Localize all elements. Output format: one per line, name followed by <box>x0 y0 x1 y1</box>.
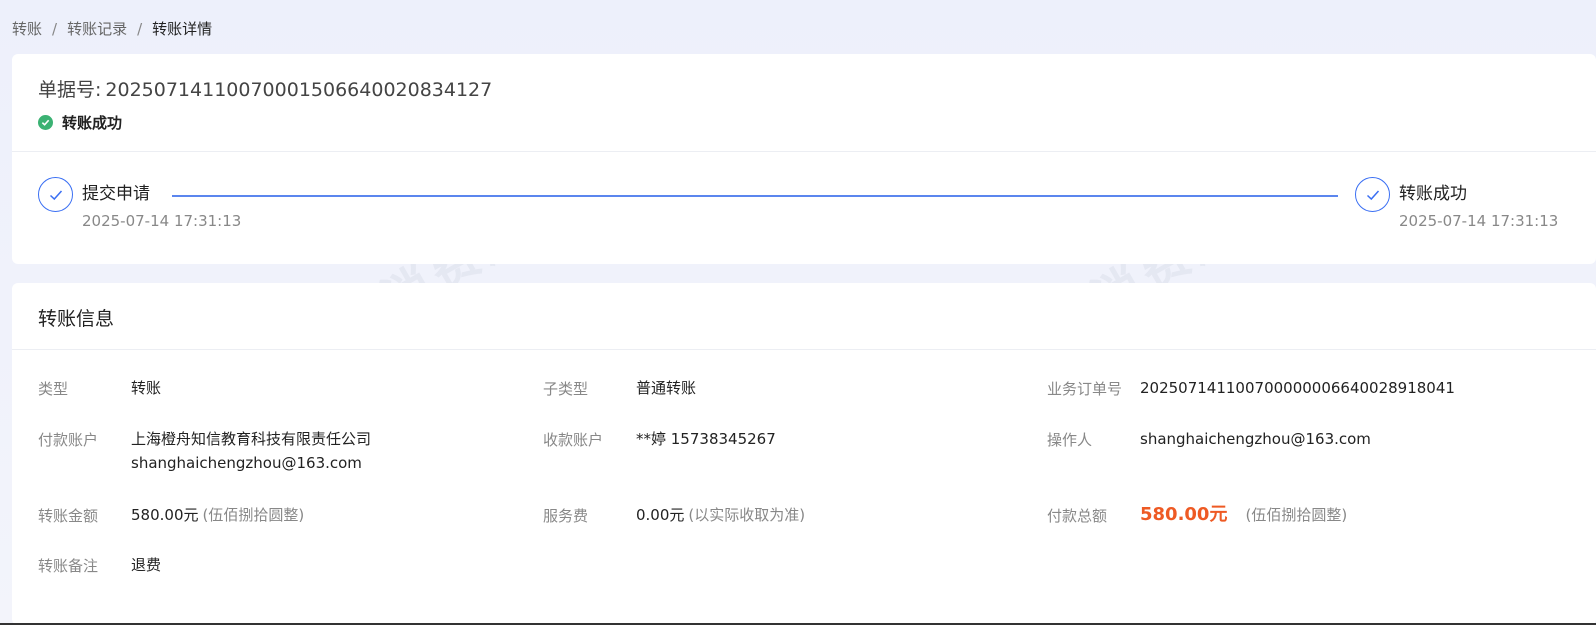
amount-note: (伍佰捌拾圆整) <box>202 506 305 524</box>
field-value: 2025071411007000000066400289180​41 <box>1140 379 1455 397</box>
field-payer: 付款账户 上海橙舟知信教育科技有限责任公司 shanghaichengzhou@… <box>38 429 371 475</box>
step-connector <box>172 195 1338 197</box>
success-check-icon <box>38 115 53 130</box>
bill-number: 单据号: 20250714110070001506640020834127 <box>38 75 492 102</box>
amount-value: 580.00元 <box>131 506 199 524</box>
step-submit: 提交申请 2025-07-14 17:31:13 <box>38 177 241 230</box>
step-name: 提交申请 <box>82 184 150 204</box>
field-subtype: 子类型 普通转账 <box>543 378 696 400</box>
transfer-info-card: 转账信息 类型 转账 子类型 普通转账 业务订单号 20250714110070… <box>12 283 1596 625</box>
field-value: shanghaichengzhou@163.com <box>1140 430 1371 448</box>
total-note: (伍佰捌拾圆整) <box>1245 506 1348 524</box>
breadcrumb-item-records[interactable]: 转账记录 <box>67 18 127 39</box>
field-label: 业务订单号 <box>1047 380 1123 398</box>
check-icon <box>38 177 73 212</box>
step-name: 转账成功 <box>1399 184 1467 204</box>
field-label: 收款账户 <box>543 431 604 449</box>
field-label: 服务费 <box>543 507 589 525</box>
field-value: 上海橙舟知信教育科技有限责任公司 shanghaichengzhou@163.c… <box>131 427 371 475</box>
fee-value: 0.00元 <box>636 506 685 524</box>
field-value: 580.00元 (伍佰捌拾圆整) <box>1140 503 1347 527</box>
breadcrumb-item-transfer[interactable]: 转账 <box>12 18 42 39</box>
field-value: 0.00元 (以实际收取为准) <box>636 503 805 527</box>
field-operator: 操作人 shanghaichengzhou@163.com <box>1047 429 1371 451</box>
field-label: 付款总额 <box>1047 507 1108 525</box>
check-icon <box>1355 177 1390 212</box>
total-value: 580.00元 <box>1140 504 1228 525</box>
step-time: 2025-07-14 17:31:13 <box>82 212 242 230</box>
bill-value: 20250714110070001506640020834127 <box>105 79 493 101</box>
field-value: **婷 15738345267 <box>636 430 776 448</box>
breadcrumb: 转账 / 转账记录 / 转账详情 <box>12 18 212 39</box>
breadcrumb-item-detail: 转账详情 <box>152 20 213 38</box>
payer-company: 上海橙舟知信教育科技有限责任公司 <box>131 430 372 448</box>
divider <box>12 151 1596 152</box>
field-value: 普通转账 <box>636 379 697 397</box>
field-value: 580.00元 (伍佰捌拾圆整) <box>131 503 304 527</box>
field-amount: 转账金额 580.00元 (伍佰捌拾圆整) <box>38 505 304 527</box>
breadcrumb-separator: / <box>137 19 143 38</box>
field-label: 操作人 <box>1047 431 1093 449</box>
step-success: 转账成功 2025-07-14 17:31:13 <box>1355 177 1558 230</box>
field-remark: 转账备注 退费 <box>38 555 161 577</box>
field-label: 类型 <box>38 380 69 398</box>
status-badge: 转账成功 <box>38 112 122 133</box>
breadcrumb-separator: / <box>52 19 58 38</box>
field-fee: 服务费 0.00元 (以实际收取为准) <box>543 505 805 527</box>
field-order-no: 业务订单号 2025071411007000000066400289180​41 <box>1047 378 1455 400</box>
field-label: 子类型 <box>543 380 589 398</box>
field-type: 类型 转账 <box>38 378 161 400</box>
section-title: 转账信息 <box>38 308 115 330</box>
summary-card: 单据号: 20250714110070001506640020834127 转账成… <box>12 54 1596 264</box>
status-text: 转账成功 <box>62 114 123 132</box>
field-label: 付款账户 <box>38 431 99 449</box>
field-value: 转账 <box>131 379 162 397</box>
field-label: 转账备注 <box>38 557 99 575</box>
step-time: 2025-07-14 17:31:13 <box>1399 212 1559 230</box>
payer-email: shanghaichengzhou@163.com <box>131 454 362 472</box>
field-value: 退费 <box>131 556 162 574</box>
page: 消费保 您身边的消费服务管家 消费保 您身边的消费服务管家 消费保 您身边的消费… <box>0 0 1596 625</box>
divider <box>12 349 1596 350</box>
field-label: 转账金额 <box>38 507 99 525</box>
field-payee: 收款账户 **婷 15738345267 <box>543 429 776 451</box>
fee-note: (以实际收取为准) <box>688 506 806 524</box>
field-total: 付款总额 580.00元 (伍佰捌拾圆整) <box>1047 503 1347 527</box>
bill-label: 单据号: <box>38 79 102 101</box>
